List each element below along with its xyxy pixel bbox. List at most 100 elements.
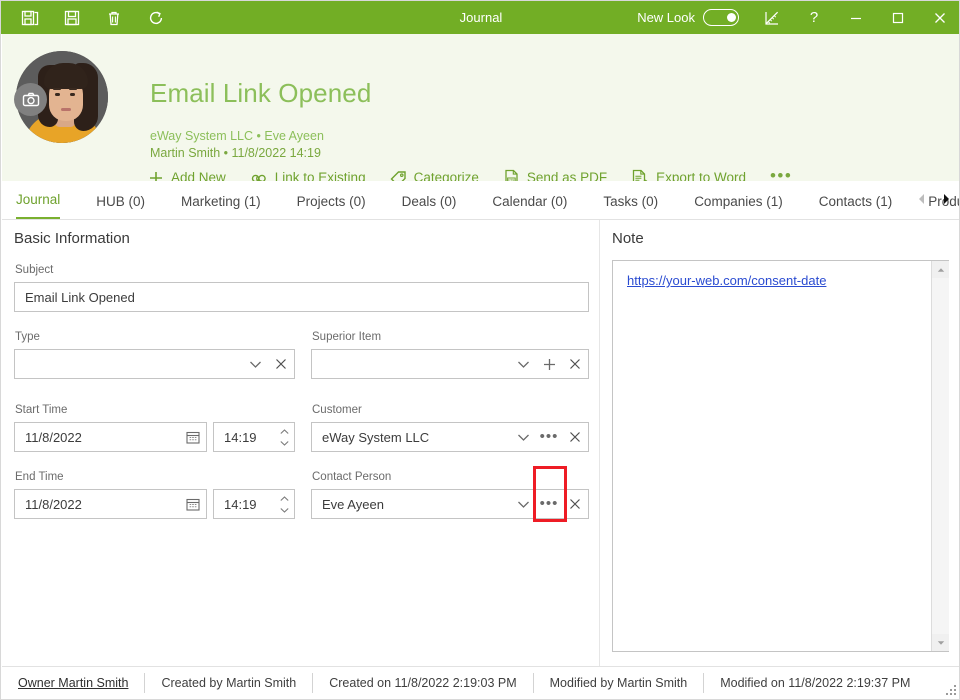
ellipsis-icon: ••• (539, 428, 559, 445)
type-dropdown-button[interactable] (242, 350, 268, 378)
superior-item-dropdown-button[interactable] (510, 350, 536, 378)
end-time-spinner-up[interactable] (277, 493, 291, 504)
save-and-close-icon (21, 10, 39, 25)
note-scroll-up-button[interactable] (932, 261, 949, 278)
plus-icon (543, 358, 555, 370)
customer-browse-button[interactable]: ••• (536, 423, 562, 451)
spinner-up-icon (279, 495, 289, 501)
close-button[interactable] (919, 1, 959, 34)
start-time-spinner-down[interactable] (277, 437, 291, 448)
tab-tasks[interactable]: Tasks (0) (603, 194, 658, 219)
minimize-icon (851, 17, 861, 19)
save-and-close-button[interactable] (11, 2, 49, 34)
resize-grip-icon[interactable] (944, 683, 956, 695)
note-panel[interactable]: https://your-web.com/consent-date (612, 260, 949, 652)
design-mode-button[interactable] (751, 1, 793, 34)
status-created-by: Created by Martin Smith (161, 675, 297, 690)
type-field[interactable] (14, 349, 295, 379)
tab-deals[interactable]: Deals (0) (402, 194, 457, 219)
customer-field[interactable]: eWay System LLC ••• (311, 422, 589, 452)
note-link[interactable]: https://your-web.com/consent-date (627, 273, 826, 288)
avatar-eye-right (70, 93, 75, 96)
start-time-time-input[interactable]: 14:19 (214, 430, 274, 445)
start-time-time-field[interactable]: 14:19 (213, 422, 295, 452)
superior-item-field[interactable] (311, 349, 589, 379)
change-photo-button[interactable] (14, 83, 47, 116)
close-x-icon (570, 359, 580, 369)
page-title: Email Link Opened (150, 78, 372, 108)
scroll-down-icon (937, 640, 944, 645)
avatar-eye-left (55, 93, 60, 96)
note-scroll-down-button[interactable] (932, 634, 949, 651)
end-time-spinner-down[interactable] (277, 504, 291, 515)
maximize-icon (892, 12, 904, 23)
save-button[interactable] (53, 2, 91, 34)
tab-calendar[interactable]: Calendar (0) (492, 194, 567, 219)
spinner-down-icon (279, 507, 289, 513)
contact-person-dropdown-button[interactable] (510, 490, 536, 518)
status-created-on: Created on 11/8/2022 2:19:03 PM (329, 675, 517, 690)
toggle-knob (726, 12, 736, 22)
end-time-date-field[interactable]: 11/8/2022 (14, 489, 207, 519)
end-time-time-field[interactable]: 14:19 (213, 489, 295, 519)
tab-hub[interactable]: HUB (0) (96, 194, 145, 219)
note-scrollbar[interactable] (931, 261, 949, 651)
end-time-calendar-button[interactable] (180, 490, 206, 518)
tab-companies[interactable]: Companies (1) (694, 194, 783, 219)
note-scrollbar-track[interactable] (932, 278, 949, 634)
column-divider (599, 220, 600, 668)
status-modified-on: Modified on 11/8/2022 2:19:37 PM (720, 675, 911, 690)
avatar-brow-left (53, 88, 61, 90)
end-time-time-input[interactable]: 14:19 (214, 497, 274, 512)
start-time-spinner-up[interactable] (277, 426, 291, 437)
header-subtitle-company-contact: eWay System LLC • Eve Ayeen (150, 129, 324, 143)
spinner-up-icon (279, 428, 289, 434)
subject-input[interactable]: Email Link Opened (15, 290, 588, 305)
subject-field[interactable]: Email Link Opened (14, 282, 589, 312)
customer-input[interactable]: eWay System LLC (312, 430, 510, 445)
start-time-calendar-button[interactable] (180, 423, 206, 451)
superior-item-add-button[interactable] (536, 350, 562, 378)
contact-person-input[interactable]: Eve Ayeen (312, 497, 510, 512)
contact-person-label: Contact Person (312, 471, 392, 483)
tab-scroll-left-button[interactable] (912, 187, 932, 211)
contact-person-clear-button[interactable] (562, 490, 588, 518)
chevron-right-icon (944, 194, 949, 204)
start-time-date-field[interactable]: 11/8/2022 (14, 422, 207, 452)
type-clear-button[interactable] (268, 350, 294, 378)
delete-button[interactable] (95, 2, 133, 34)
status-owner[interactable]: Owner Martin Smith (2, 676, 144, 690)
chevron-down-icon (517, 361, 529, 368)
tab-contacts[interactable]: Contacts (1) (819, 194, 893, 219)
delete-icon (109, 11, 119, 25)
maximize-button[interactable] (877, 1, 919, 34)
basic-information-heading: Basic Information (14, 230, 130, 247)
contact-person-field[interactable]: Eve Ayeen ••• (311, 489, 589, 519)
customer-clear-button[interactable] (562, 423, 588, 451)
new-look-label[interactable]: New Look (637, 10, 695, 25)
help-button[interactable]: ? (793, 1, 835, 34)
tab-projects[interactable]: Projects (0) (297, 194, 366, 219)
customer-dropdown-button[interactable] (510, 423, 536, 451)
start-time-date-input[interactable]: 11/8/2022 (15, 430, 180, 445)
close-x-icon (276, 359, 286, 369)
refresh-button[interactable] (137, 2, 175, 34)
new-look-toggle[interactable] (703, 9, 739, 26)
superior-item-clear-button[interactable] (562, 350, 588, 378)
tab-scroll-right-button[interactable] (936, 187, 956, 211)
tab-journal[interactable]: Journal (16, 192, 61, 219)
end-time-label: End Time (15, 471, 64, 483)
contact-person-browse-button[interactable]: ••• (536, 490, 562, 518)
tab-marketing[interactable]: Marketing (1) (181, 194, 261, 219)
start-time-spinner[interactable] (274, 423, 294, 451)
help-icon: ? (809, 9, 819, 26)
chevron-down-icon (517, 501, 529, 508)
minimize-button[interactable] (835, 1, 877, 34)
end-time-date-input[interactable]: 11/8/2022 (15, 497, 180, 512)
avatar-brow-right (69, 88, 77, 90)
avatar-mouth (61, 108, 71, 111)
title-bar: Journal New Look ? (1, 1, 959, 34)
camera-icon (22, 92, 39, 106)
end-time-spinner[interactable] (274, 490, 294, 518)
spinner-down-icon (279, 440, 289, 446)
